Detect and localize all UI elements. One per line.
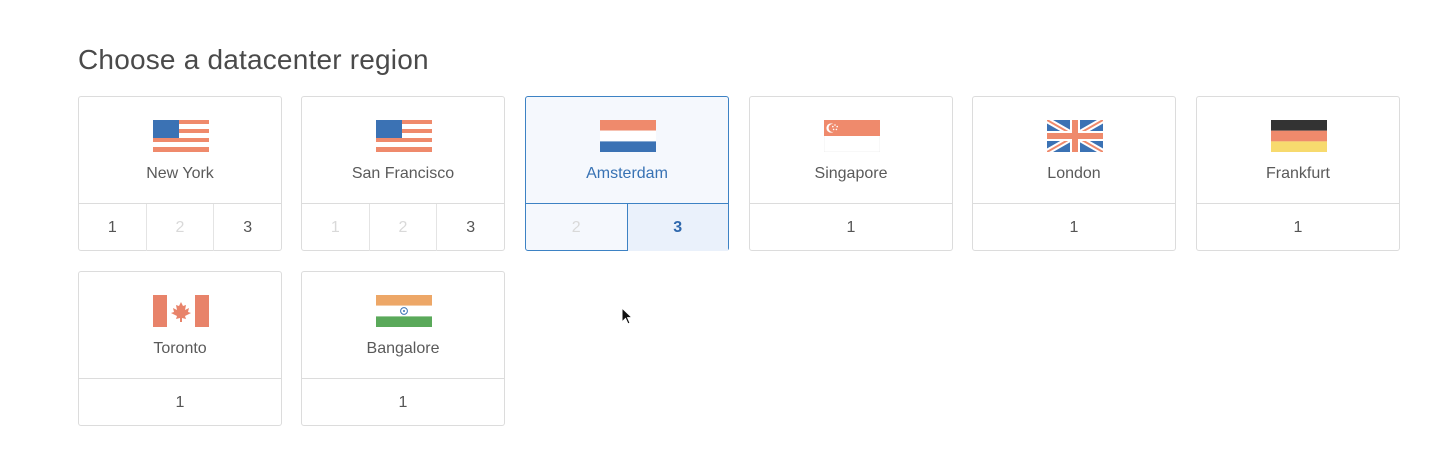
region-name: Bangalore (366, 340, 440, 357)
region-card-singapore[interactable]: Singapore 1 (749, 96, 953, 251)
region-name: London (1047, 165, 1101, 182)
singapore-flag-icon (824, 120, 880, 152)
region-header[interactable]: San Francisco (302, 97, 504, 203)
canada-flag-icon (153, 295, 209, 327)
region-name: San Francisco (351, 165, 455, 182)
region-card-san-francisco[interactable]: San Francisco 1 2 3 (301, 96, 505, 251)
region-card-bangalore[interactable]: Bangalore 1 (301, 271, 505, 426)
datacenter-options: 1 2 3 (79, 203, 281, 251)
region-header[interactable]: London (973, 97, 1175, 203)
datacenter-option[interactable]: 1 (750, 204, 952, 251)
region-header[interactable]: Amsterdam (526, 97, 728, 203)
region-header[interactable]: Frankfurt (1197, 97, 1399, 203)
region-name: Toronto (153, 340, 207, 357)
datacenter-options: 1 (973, 203, 1175, 251)
region-header[interactable]: Bangalore (302, 272, 504, 378)
datacenter-options: 2 3 (526, 203, 728, 251)
datacenter-options: 1 (1197, 203, 1399, 251)
datacenter-options: 1 (79, 378, 281, 426)
usa-flag-icon (153, 120, 209, 152)
region-name: Amsterdam (586, 165, 668, 182)
india-flag-icon (376, 295, 432, 327)
region-name: New York (146, 165, 214, 182)
datacenter-option[interactable]: 3 (436, 204, 504, 251)
region-header[interactable]: Singapore (750, 97, 952, 203)
germany-flag-icon (1271, 120, 1327, 152)
region-card-london[interactable]: London 1 (972, 96, 1176, 251)
datacenter-option[interactable]: 1 (79, 379, 281, 426)
region-card-amsterdam[interactable]: Amsterdam 2 3 (525, 96, 729, 251)
region-card-toronto[interactable]: Toronto 1 (78, 271, 282, 426)
region-name: Singapore (814, 165, 888, 182)
datacenter-option-disabled: 2 (145, 204, 214, 251)
uk-flag-icon (1047, 120, 1103, 152)
datacenter-option[interactable]: 1 (302, 379, 504, 426)
region-header[interactable]: Toronto (79, 272, 281, 378)
datacenter-option-disabled: 2 (571, 218, 581, 236)
datacenter-options: 1 (750, 203, 952, 251)
datacenter-option-disabled: 1 (330, 218, 340, 236)
datacenter-options: 1 (302, 378, 504, 426)
datacenter-option[interactable]: 1 (1197, 204, 1399, 251)
datacenter-option-disabled: 2 (368, 204, 437, 251)
datacenter-option-selected[interactable]: 3 (626, 204, 728, 251)
region-header[interactable]: New York (79, 97, 281, 203)
region-name: Frankfurt (1265, 165, 1330, 182)
datacenter-option[interactable]: 1 (79, 204, 146, 251)
datacenter-option[interactable]: 1 (973, 204, 1175, 251)
datacenter-option[interactable]: 3 (213, 204, 281, 251)
datacenter-options: 1 2 3 (302, 203, 504, 251)
netherlands-flag-icon (600, 120, 656, 152)
page-title: Choose a datacenter region (78, 44, 429, 75)
mouse-cursor-icon (621, 307, 634, 325)
region-card-new-york[interactable]: New York 1 2 3 (78, 96, 282, 251)
region-card-frankfurt[interactable]: Frankfurt 1 (1196, 96, 1400, 251)
usa-flag-icon (376, 120, 432, 152)
